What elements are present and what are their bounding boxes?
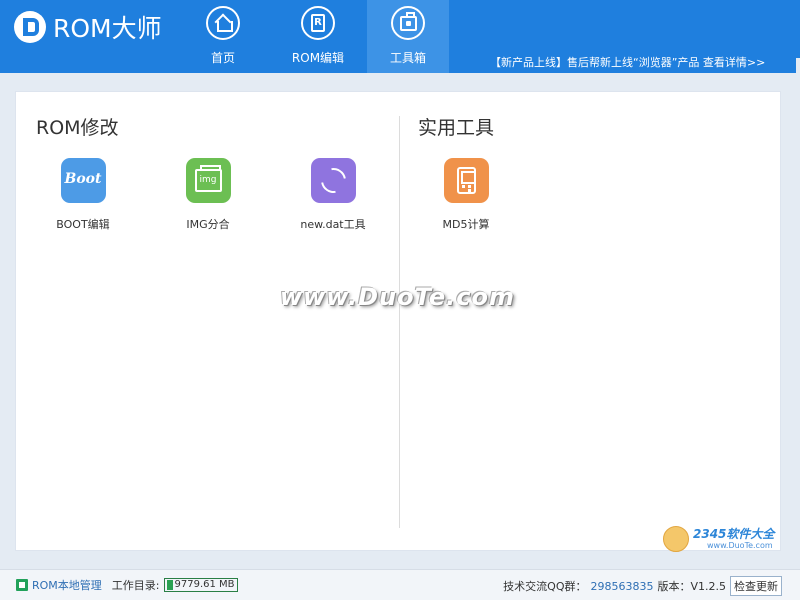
watermark-2345: 2345软件大全 www.DuoTe.com: [663, 522, 795, 556]
nav-home[interactable]: 首页: [182, 0, 264, 73]
status-right: 技术交流QQ群： 298563835 版本：V1.2.5 检查更新: [503, 576, 782, 596]
tool-newdat[interactable]: new.dat工具: [278, 158, 388, 232]
check-update-button[interactable]: 检查更新: [730, 576, 782, 596]
status-bar: ROM本地管理 工作目录: 9779.61 MB 技术交流QQ群： 298563…: [0, 569, 800, 600]
qq-group-label: 技术交流QQ群：: [503, 580, 587, 593]
tool-boot-edit-label: BOOT编辑: [56, 218, 110, 231]
tool-boot-edit[interactable]: Boot BOOT编辑: [28, 158, 138, 232]
rom-edit-icon: R: [301, 6, 335, 40]
window-edge: [796, 58, 800, 568]
section-title-rom: ROM修改: [36, 117, 119, 139]
qq-group-number[interactable]: 298563835: [590, 580, 653, 593]
nav-toolbox-label: 工具箱: [389, 51, 426, 65]
refresh-icon: [310, 158, 356, 203]
workdir-label: 工作目录:: [111, 579, 160, 592]
tool-md5-label: MD5计算: [442, 218, 490, 231]
watermark-duote: www.DuoTe.com: [280, 283, 515, 311]
section-title-util: 实用工具: [418, 117, 495, 139]
version-label: 版本：V1.2.5: [657, 580, 726, 593]
main-panel: ROM修改 实用工具 Boot BOOT编辑 img IMG分合 new.dat…: [15, 91, 781, 551]
home-icon: [206, 6, 240, 40]
status-left: ROM本地管理 工作目录: 9779.61 MB: [16, 577, 238, 593]
boot-icon: Boot: [60, 158, 106, 203]
nav-rom-edit[interactable]: R ROM编辑: [277, 0, 359, 73]
section-divider: [399, 116, 400, 528]
nav-toolbox[interactable]: 工具箱: [367, 0, 449, 73]
top-header: ROM大师 首页 R ROM编辑 工具箱 【新产品上线】售后帮新上线“浏览器”产…: [0, 0, 800, 73]
app-title: ROM大师: [53, 14, 162, 43]
nav-home-label: 首页: [210, 51, 235, 65]
workdir-disk-indicator[interactable]: 9779.61 MB: [163, 578, 238, 592]
tool-md5[interactable]: MD5计算: [411, 158, 521, 232]
tool-img-split[interactable]: img IMG分合: [153, 158, 263, 232]
mascot-icon: [663, 526, 689, 552]
watermark-url: www.DuoTe.com: [707, 541, 773, 550]
rom-manage-icon: [16, 579, 28, 591]
disk-fill: [166, 580, 173, 590]
rom-local-manage-link[interactable]: ROM本地管理: [32, 577, 102, 593]
disk-free-value: 9779.61 MB: [174, 579, 235, 590]
nav-rom-edit-label: ROM编辑: [291, 51, 345, 65]
tool-img-split-label: IMG分合: [186, 218, 230, 231]
promo-link[interactable]: 【新产品上线】售后帮新上线“浏览器”产品 查看详情>>: [490, 54, 765, 70]
tool-newdat-label: new.dat工具: [300, 218, 366, 231]
img-icon: img: [185, 158, 231, 203]
app-logo: ROM大师: [14, 10, 162, 44]
calculator-icon: [443, 158, 489, 203]
toolbox-icon: [391, 6, 425, 40]
rom-logo-icon: [14, 11, 46, 43]
watermark-brand: 2345软件大全: [693, 527, 775, 541]
